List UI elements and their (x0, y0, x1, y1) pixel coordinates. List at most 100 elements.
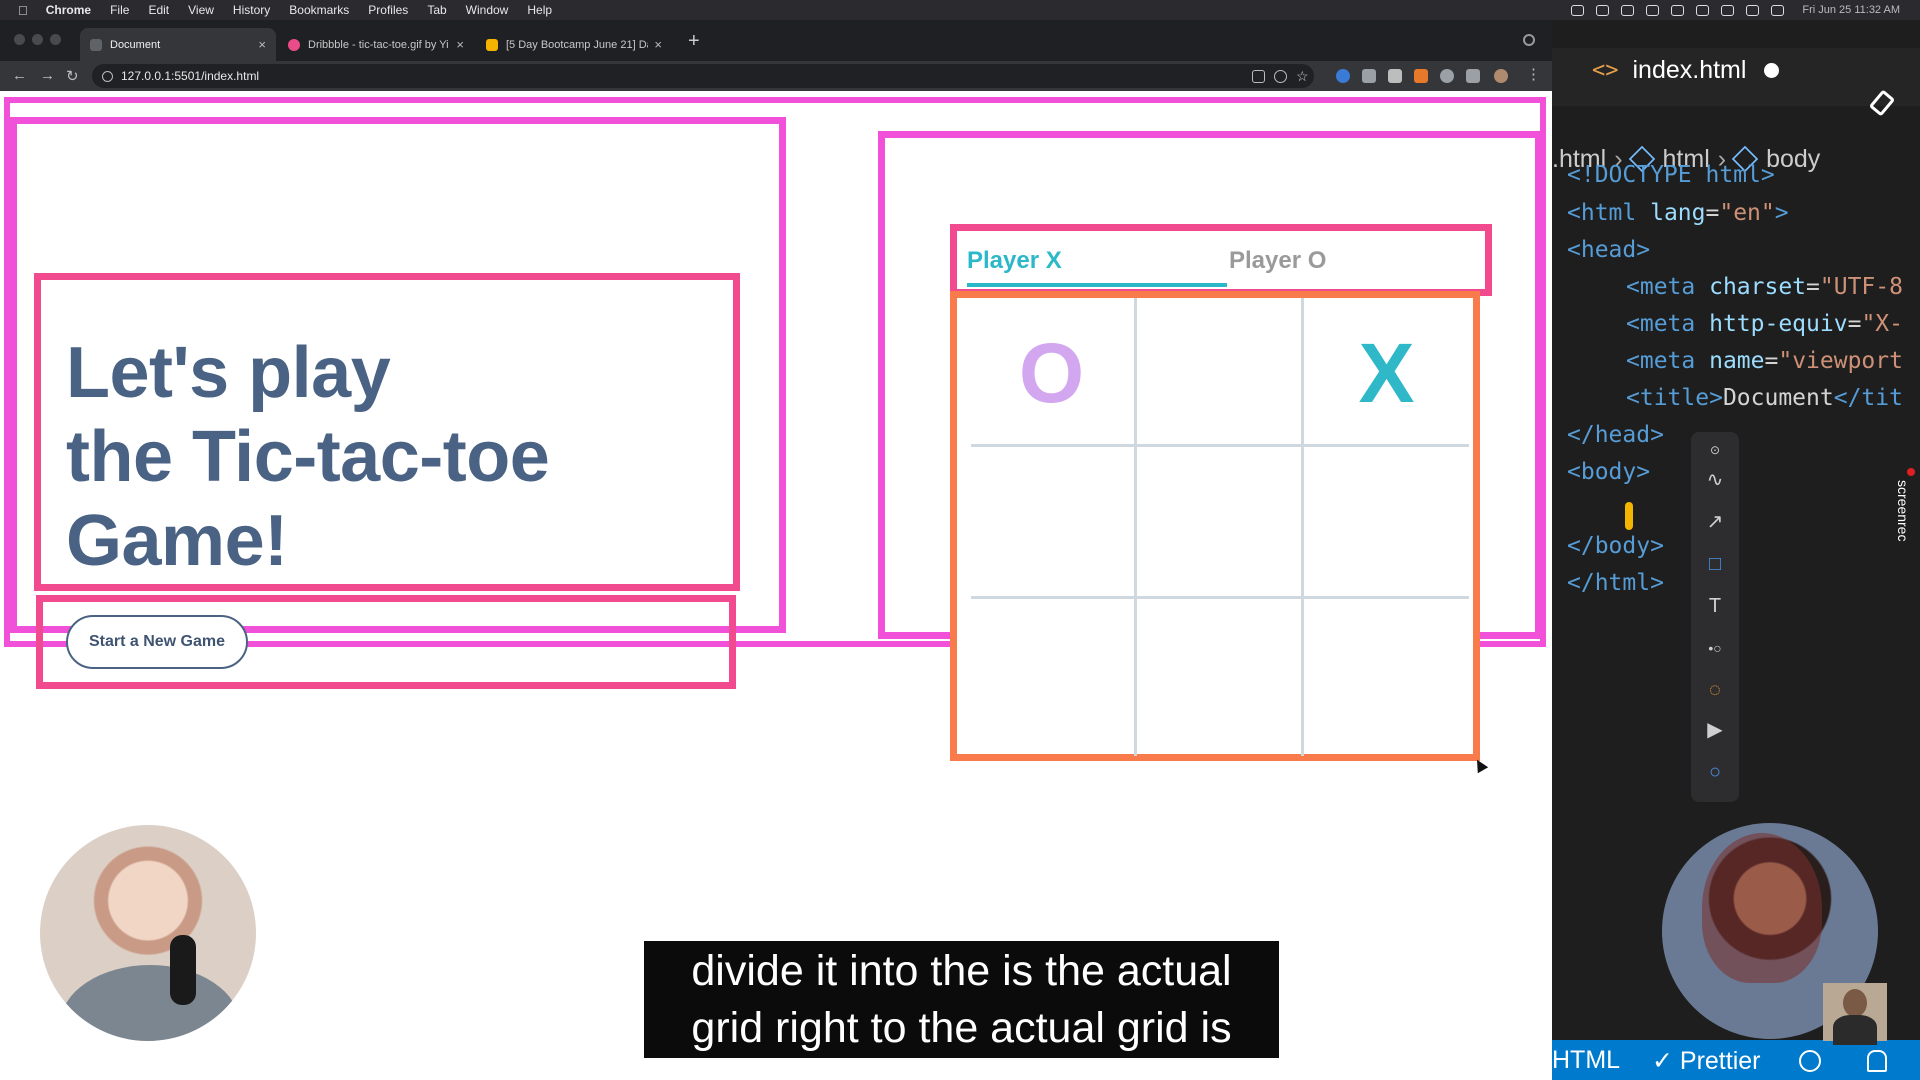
feedback-icon[interactable] (1799, 1050, 1821, 1072)
notifications-bell-icon[interactable] (1867, 1050, 1887, 1072)
tray-record-icon[interactable] (1596, 4, 1610, 16)
code-line[interactable]: <body> (1567, 459, 1650, 485)
tab-player-x[interactable]: Player X (967, 247, 1062, 275)
code-line[interactable]: <meta charset="UTF-8 (1626, 274, 1903, 300)
start-new-game-button[interactable]: Start a New Game (66, 615, 248, 669)
browser-tab-document[interactable]: Document × (80, 28, 276, 61)
keyboard-icon[interactable] (1252, 70, 1265, 83)
tray-wifi-icon[interactable] (1771, 4, 1785, 16)
reading-list-icon[interactable] (1466, 69, 1480, 83)
blur-icon[interactable]: •○ (1705, 638, 1725, 658)
board-cell-3[interactable]: X (1304, 298, 1469, 448)
address-url: 127.0.0.1:5501/index.html (121, 69, 260, 83)
board-cell-6[interactable] (1304, 448, 1469, 598)
code-token: <meta (1626, 348, 1710, 374)
tab-title: Document (110, 38, 161, 51)
html-file-icon: <> (1592, 58, 1619, 83)
menu-help[interactable]: Help (527, 3, 552, 17)
menubar-clock[interactable]: Fri Jun 25 11:32 AM (1802, 4, 1900, 16)
menu-profiles[interactable]: Profiles (368, 3, 408, 17)
unsaved-dot-icon[interactable] (1764, 63, 1780, 78)
rectangle-icon[interactable]: □ (1705, 554, 1725, 574)
menu-bookmarks[interactable]: Bookmarks (289, 3, 349, 17)
forward-icon[interactable]: → (40, 67, 55, 84)
headline-line-3: Game! (66, 501, 288, 581)
extensions-puzzle-icon[interactable] (1440, 69, 1454, 83)
code-line[interactable]: <meta name="viewport (1626, 348, 1903, 374)
site-info-icon[interactable] (102, 70, 113, 82)
minimize-window-button[interactable] (32, 34, 43, 45)
apple-icon[interactable]:  (18, 3, 28, 18)
board-cell-4[interactable] (969, 448, 1134, 598)
tab-player-o[interactable]: Player O (1229, 247, 1326, 275)
menu-app-chrome[interactable]: Chrome (46, 3, 91, 17)
language-mode[interactable]: HTML (1552, 1046, 1620, 1075)
menu-file[interactable]: File (110, 3, 129, 17)
chrome-menu-icon[interactable]: ⋮ (1526, 65, 1541, 83)
code-line[interactable]: </html> (1567, 570, 1664, 596)
tray-bluetooth-icon[interactable] (1721, 4, 1735, 16)
arrow-icon[interactable]: ↗ (1705, 512, 1725, 532)
editor-tab-index-html[interactable]: <> index.html (1592, 56, 1780, 85)
editor-tab-title: index.html (1632, 56, 1747, 84)
tray-screen-icon[interactable] (1571, 4, 1585, 16)
record-icon[interactable]: ○ (1705, 762, 1725, 782)
pen-icon[interactable]: ∿ (1705, 470, 1725, 490)
status-tray: Fri Jun 25 11:32 AM (1571, 0, 1900, 20)
new-tab-button[interactable]: + (688, 30, 700, 53)
tray-zoom-icon[interactable] (1671, 4, 1685, 16)
code-token: <body> (1567, 459, 1651, 485)
browser-tab-bootcamp[interactable]: [5 Day Bootcamp June 21] Da × (476, 28, 672, 61)
code-line[interactable]: </head> (1567, 422, 1664, 448)
board-cell-8[interactable] (1137, 600, 1302, 750)
code-line[interactable]: <html lang="en"> (1567, 200, 1789, 226)
board-cell-9[interactable] (1304, 600, 1469, 750)
close-tab-icon[interactable]: × (258, 37, 266, 52)
menu-window[interactable]: Window (466, 3, 509, 17)
code-line[interactable]: <meta http-equiv="X- (1626, 311, 1903, 337)
board-cell-2[interactable] (1137, 298, 1302, 448)
pin-icon[interactable] (1868, 89, 1896, 117)
menu-view[interactable]: View (188, 3, 214, 17)
tray-battery-icon[interactable] (1746, 4, 1760, 16)
tray-cloud-icon[interactable] (1696, 4, 1710, 16)
prettier-status[interactable]: ✓ Prettier (1652, 1046, 1760, 1076)
close-window-button[interactable] (14, 34, 25, 45)
color-wheel-icon[interactable]: ◌ (1705, 680, 1725, 700)
browser-tab-dribbble[interactable]: Dribbble - tic-tac-toe.gif by Yi × (278, 28, 474, 61)
screenrec-toolbar: ⊙ ∿ ↗ □ T •○ ◌ ▶ ○ (1691, 432, 1739, 802)
board-cell-1[interactable]: O (969, 298, 1134, 448)
extension-fox-icon[interactable] (1414, 69, 1428, 83)
menu-tab[interactable]: Tab (427, 3, 446, 17)
address-bar[interactable]: 127.0.0.1:5501/index.html ☆ (92, 64, 1314, 88)
code-token: Document (1722, 385, 1834, 411)
toolbar-handle-icon[interactable]: ⊙ (1705, 440, 1725, 460)
tray-app-icon[interactable] (1646, 4, 1660, 16)
active-tab-indicator (967, 283, 1227, 287)
menu-history[interactable]: History (233, 3, 270, 17)
extension-blue-icon[interactable] (1336, 69, 1350, 83)
code-line[interactable]: <!DOCTYPE html> (1567, 162, 1775, 188)
profile-avatar[interactable] (1494, 69, 1508, 83)
menu-edit[interactable]: Edit (148, 3, 169, 17)
code-line[interactable]: <head> (1567, 237, 1650, 263)
extension-camera-icon[interactable] (1362, 69, 1376, 83)
zoom-window-button[interactable] (50, 34, 61, 45)
close-tab-icon[interactable]: × (456, 37, 464, 52)
board-cell-7[interactable] (969, 600, 1134, 750)
zoom-icon[interactable] (1274, 70, 1287, 83)
back-icon[interactable]: ← (12, 67, 27, 84)
extension-grid-icon[interactable] (1388, 69, 1402, 83)
code-token: = (1705, 200, 1720, 226)
tray-check-icon[interactable] (1621, 4, 1635, 16)
play-icon[interactable]: ▶ (1705, 720, 1725, 740)
tab-search-icon[interactable] (1523, 34, 1535, 46)
text-tool-icon[interactable]: T (1705, 596, 1725, 616)
code-line[interactable]: </body> (1567, 533, 1664, 559)
screenrec-label: screenrec (1895, 480, 1911, 542)
code-line[interactable]: <title>Document</tit (1626, 385, 1903, 411)
reload-icon[interactable]: ↻ (66, 67, 79, 85)
bookmark-star-icon[interactable]: ☆ (1296, 69, 1309, 83)
close-tab-icon[interactable]: × (654, 37, 662, 52)
board-cell-5[interactable] (1137, 448, 1302, 598)
